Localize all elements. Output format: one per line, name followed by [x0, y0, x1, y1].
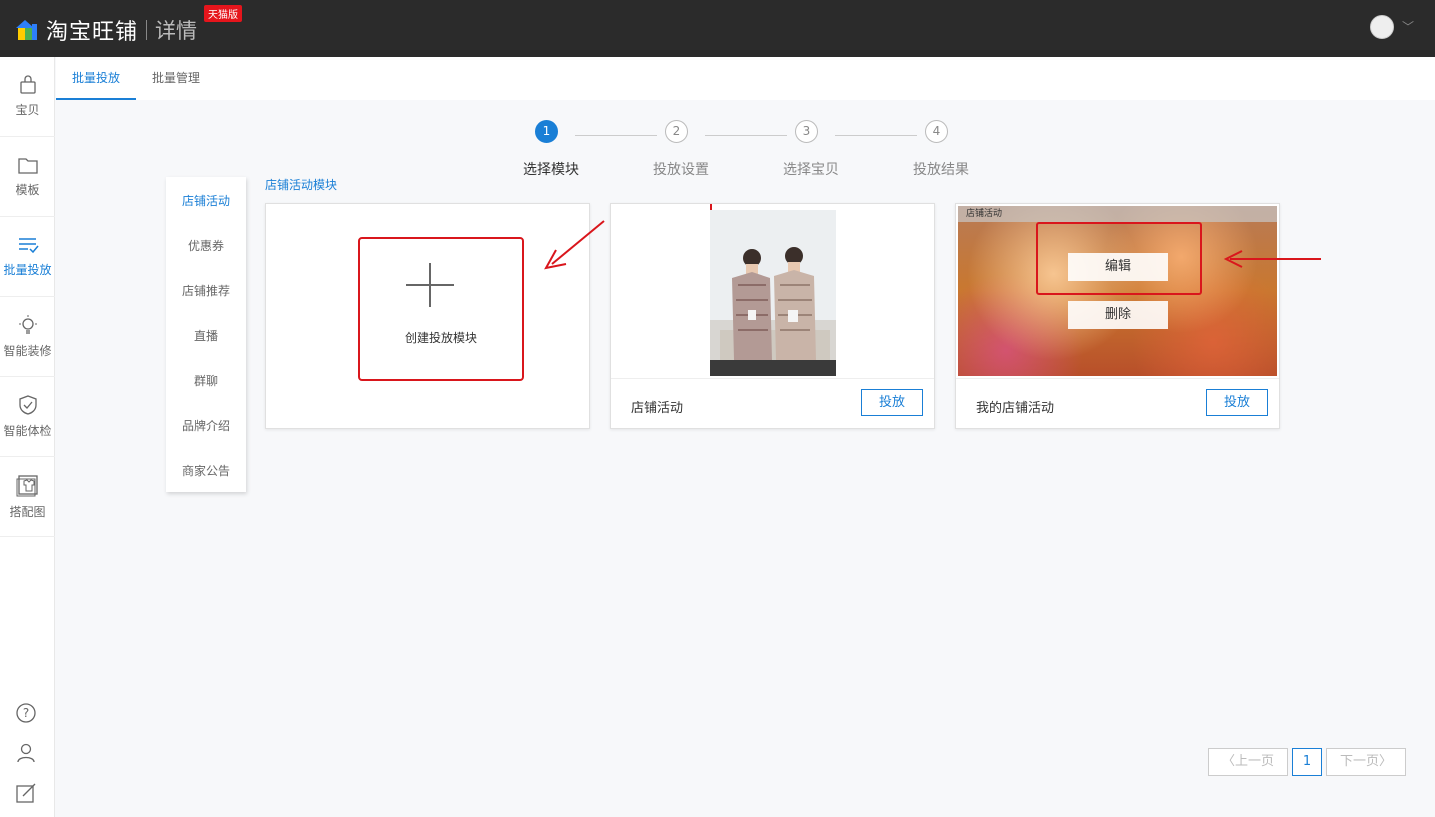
top-bar: 淘宝旺铺 详情 天猫版 ﹀ — [0, 0, 1435, 57]
shield-check-icon — [18, 395, 37, 415]
deploy-button[interactable]: 投放 — [1206, 389, 1268, 416]
module-title: 我的店铺活动 — [976, 401, 1055, 416]
user-avatar[interactable] — [1370, 15, 1394, 39]
bag-icon — [19, 75, 36, 94]
brand-logo[interactable]: 淘宝旺铺 详情 — [16, 14, 197, 46]
step-3-label: 选择宝贝 — [783, 162, 839, 178]
page-title: 详情 — [155, 19, 198, 43]
card-footer: 我的店铺活动 投放 — [956, 378, 1279, 429]
tmall-edition-badge: 天猫版 — [204, 5, 242, 22]
help-icon[interactable]: ? — [15, 702, 37, 724]
folder-icon — [17, 158, 38, 174]
step-3-indicator: 3 — [795, 120, 818, 143]
module-card: 店铺活动 投放 — [610, 203, 935, 429]
section-title: 店铺活动模块 — [265, 178, 338, 192]
create-module-button[interactable]: 创建投放模块 — [358, 237, 524, 381]
chevron-left-icon: 〈 — [1221, 754, 1235, 769]
step-connector — [705, 135, 787, 136]
tab-batch-deploy[interactable]: 批量投放 — [56, 57, 136, 100]
chevron-down-icon[interactable]: ﹀ — [1402, 18, 1414, 35]
next-page-button[interactable]: 下一页〉 — [1326, 748, 1406, 776]
preview-label: 店铺活动 — [958, 206, 1277, 222]
edit-icon[interactable] — [15, 782, 37, 804]
main-content: 批量投放 批量管理 — [56, 57, 1435, 809]
nav-item-batch-deploy[interactable]: 批量投放 — [0, 217, 55, 297]
brand-name: 淘宝旺铺 — [46, 20, 139, 45]
deploy-button[interactable]: 投放 — [861, 389, 923, 416]
nav-label: 智能体检 — [3, 424, 52, 438]
list-check-icon — [18, 238, 39, 254]
create-module-label: 创建投放模块 — [404, 331, 477, 345]
step-2-indicator: 2 — [665, 120, 688, 143]
category-merchant-notice[interactable]: 商家公告 — [166, 462, 246, 479]
create-module-card: 创建投放模块 — [265, 203, 590, 429]
prev-page-label: 上一页 — [1235, 754, 1275, 769]
page-number-button[interactable]: 1 — [1292, 748, 1322, 776]
step-1-indicator: 1 — [535, 120, 558, 143]
card-footer: 店铺活动 投放 — [611, 378, 934, 429]
module-category-list: 店铺活动 优惠券 店铺推荐 直播 群聊 品牌介绍 商家公告 — [166, 177, 246, 492]
chevron-right-icon: 〉 — [1379, 754, 1393, 769]
brand-divider — [146, 20, 148, 40]
nav-label: 智能装修 — [3, 344, 52, 358]
plus-icon — [406, 263, 454, 307]
tab-batch-manage[interactable]: 批量管理 — [152, 57, 200, 100]
nav-item-smart-check[interactable]: 智能体检 — [0, 377, 55, 457]
nav-item-smart-decor[interactable]: 智能装修 — [0, 297, 55, 377]
category-coupon[interactable]: 优惠券 — [166, 237, 246, 254]
nav-label: 搭配图 — [9, 505, 46, 519]
step-4-label: 投放结果 — [913, 162, 969, 178]
next-page-label: 下一页 — [1339, 754, 1379, 769]
category-group-chat[interactable]: 群聊 — [166, 372, 246, 389]
nav-item-template[interactable]: 模板 — [0, 137, 55, 217]
module-preview-image[interactable] — [710, 210, 836, 376]
step-connector — [575, 135, 657, 136]
step-4-indicator: 4 — [925, 120, 948, 143]
category-store-recommend[interactable]: 店铺推荐 — [166, 282, 246, 299]
annotation-highlight-box — [1036, 222, 1202, 295]
module-title: 店铺活动 — [631, 401, 684, 416]
svg-text:?: ? — [23, 706, 29, 720]
lightbulb-icon — [18, 315, 37, 334]
user-icon[interactable] — [15, 742, 37, 764]
nav-label: 宝贝 — [15, 103, 40, 117]
nav-label: 批量投放 — [3, 263, 52, 277]
tab-bar: 批量投放 批量管理 — [56, 57, 1435, 100]
shirt-frame-icon — [16, 475, 38, 497]
nav-item-baobei[interactable]: 宝贝 — [0, 57, 55, 137]
step-connector — [835, 135, 917, 136]
nav-label: 模板 — [15, 183, 40, 197]
nav-item-outfit-image[interactable]: 搭配图 — [0, 457, 55, 537]
delete-button[interactable]: 删除 — [1068, 301, 1168, 329]
step-2-label: 投放设置 — [653, 162, 709, 178]
category-store-activity[interactable]: 店铺活动 — [166, 192, 246, 209]
category-brand-intro[interactable]: 品牌介绍 — [166, 417, 246, 434]
shop-logo-icon — [16, 20, 37, 40]
step-1-label: 选择模块 — [523, 162, 579, 178]
category-live[interactable]: 直播 — [166, 327, 246, 344]
fashion-photo — [710, 210, 836, 376]
prev-page-button[interactable]: 〈上一页 — [1208, 748, 1288, 776]
left-sidebar: 宝贝 模板 批量投放 智能装修 智能体检 搭配图 ? — [0, 57, 55, 817]
